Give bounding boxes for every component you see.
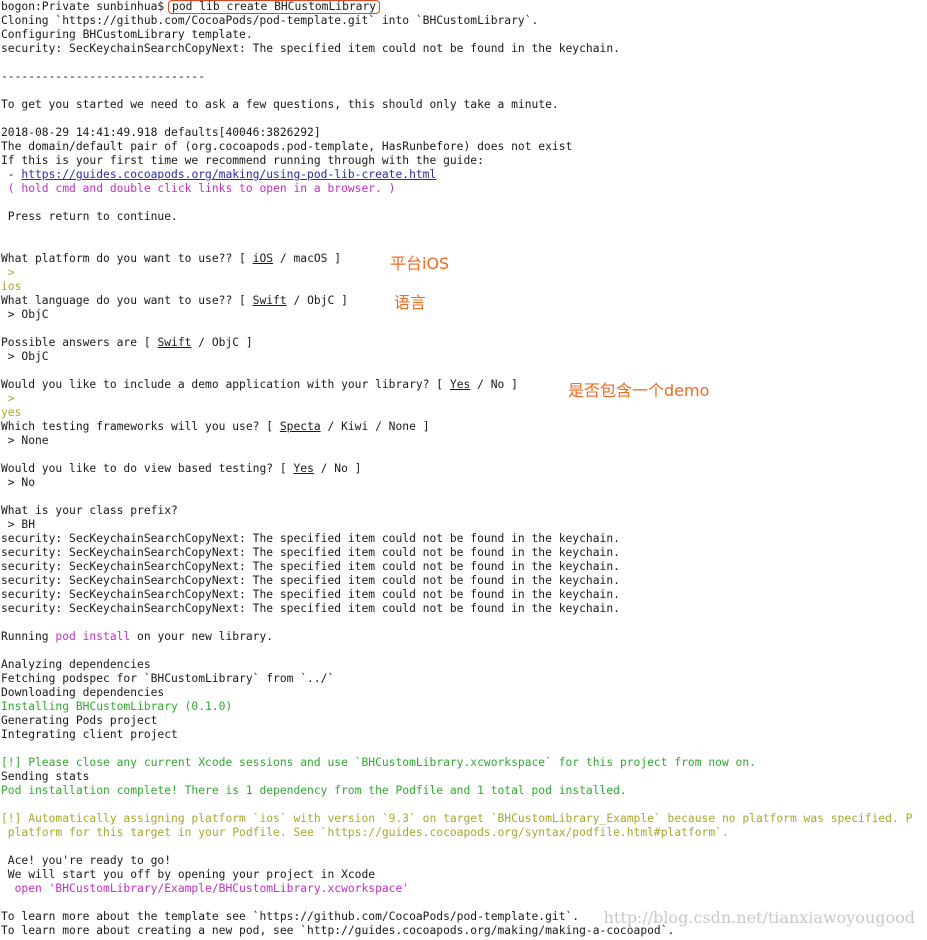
language-question: What language do you want to use?? [ Swi…	[1, 294, 926, 308]
start-off-line: We will start you off by opening your pr…	[1, 868, 376, 881]
default-option: iOS	[252, 252, 274, 265]
default-option: Swift	[252, 294, 287, 307]
installing-line: Installing BHCustomLibrary (0.1.0)	[1, 700, 233, 713]
question-options: / ObjC ]	[286, 294, 348, 307]
default-option: Yes	[449, 378, 471, 391]
default-option: Specta	[279, 420, 321, 433]
highlighted-command: pod lib create BHCustomLibrary	[168, 0, 381, 14]
question-text: Possible answers are [	[1, 336, 158, 349]
answer-prompt: >	[1, 392, 22, 405]
domain-line: The domain/default pair of (org.cocoapod…	[1, 140, 573, 153]
annotation-language: 语言	[394, 293, 427, 312]
demo-question: Would you like to include a demo applica…	[1, 378, 926, 392]
open-command-line: open 'BHCustomLibrary/Example/BHCustomLi…	[1, 882, 410, 895]
platform-warning-line-1: [!] Automatically assigning platform `io…	[1, 812, 913, 825]
annotation-demo: 是否包含一个demo	[568, 381, 710, 400]
testing-answer: > None	[1, 434, 49, 447]
question-text: What language do you want to use?? [	[1, 294, 253, 307]
demo-answer: yes	[1, 406, 22, 419]
prompt-line: bogon:Private sunbinhua$ pod lib create …	[1, 0, 926, 14]
keychain-line: security: SecKeychainSearchCopyNext: The…	[1, 546, 620, 559]
keychain-line: security: SecKeychainSearchCopyNext: The…	[1, 602, 620, 615]
question-options: / No ]	[313, 462, 362, 475]
generating-line: Generating Pods project	[1, 714, 158, 727]
platform-answer: ios	[1, 280, 22, 293]
question-options: / Kiwi / None ]	[320, 420, 430, 433]
language-answer: > ObjC	[1, 308, 49, 321]
fetching-line: Fetching podspec for `BHCustomLibrary` f…	[1, 672, 335, 685]
intro-line: To get you started we need to ask a few …	[1, 98, 559, 111]
keychain-line: security: SecKeychainSearchCopyNext: The…	[1, 588, 620, 601]
configuring-line: Configuring BHCustomLibrary template.	[1, 28, 253, 41]
default-option: Swift	[157, 336, 192, 349]
keychain-line: security: SecKeychainSearchCopyNext: The…	[1, 560, 620, 573]
install-complete-line: Pod installation complete! There is 1 de…	[1, 784, 627, 797]
running-text: Running	[1, 630, 56, 643]
sending-stats-line: Sending stats	[1, 770, 90, 783]
running-text: on your new library.	[130, 630, 274, 643]
guide-line: - https://guides.cocoapods.org/making/us…	[1, 168, 926, 182]
keychain-line: security: SecKeychainSearchCopyNext: The…	[1, 574, 620, 587]
bullet: -	[1, 168, 22, 181]
defaults-log-line: 2018-08-29 14:41:49.918 defaults[40046:3…	[1, 126, 321, 139]
cloning-line: Cloning `https://github.com/CocoaPods/po…	[1, 14, 539, 27]
question-options: / No ]	[470, 378, 518, 391]
language-answer-2: > ObjC	[1, 350, 49, 363]
prefix-answer: > BH	[1, 518, 36, 531]
close-xcode-warning: [!] Please close any current Xcode sessi…	[1, 756, 756, 769]
downloading-line: Downloading dependencies	[1, 686, 165, 699]
annotation-platform: 平台iOS	[390, 254, 450, 273]
default-option: Yes	[293, 462, 314, 475]
platform-question: What platform do you want to use?? [ iOS…	[1, 252, 926, 266]
running-line: Running pod install on your new library.	[1, 630, 926, 644]
question-options: / ObjC ]	[191, 336, 253, 349]
hold-cmd-line: ( hold cmd and double click links to ope…	[1, 182, 396, 195]
question-text: Would you like to include a demo applica…	[1, 378, 450, 391]
pod-install-command: pod install	[55, 630, 131, 643]
prefix-question: What is your class prefix?	[1, 504, 178, 517]
analyzing-line: Analyzing dependencies	[1, 658, 151, 671]
terminal-output[interactable]: bogon:Private sunbinhua$ pod lib create …	[1, 0, 926, 938]
separator-line: ------------------------------	[1, 70, 206, 83]
press-return-line: Press return to continue.	[1, 210, 178, 223]
integrating-line: Integrating client project	[1, 728, 178, 741]
view-testing-question: Would you like to do view based testing?…	[1, 462, 926, 476]
question-text: What platform do you want to use?? [	[1, 252, 253, 265]
guide-link[interactable]: https://guides.cocoapods.org/making/usin…	[21, 168, 436, 181]
testing-question: Which testing frameworks will you use? […	[1, 420, 926, 434]
question-text: Which testing frameworks will you use? [	[1, 420, 280, 433]
keychain-line: security: SecKeychainSearchCopyNext: The…	[1, 42, 620, 55]
watermark: http://blog.csdn.net/tianxiawoyougood	[603, 908, 915, 927]
view-testing-answer: > No	[1, 476, 36, 489]
ace-line: Ace! you're ready to go!	[1, 854, 172, 867]
answer-prompt: >	[1, 266, 22, 279]
shell-prompt: bogon:Private sunbinhua$	[1, 0, 172, 13]
possible-answers-line: Possible answers are [ Swift / ObjC ]	[1, 336, 926, 350]
keychain-line: security: SecKeychainSearchCopyNext: The…	[1, 532, 620, 545]
first-time-line: If this is your first time we recommend …	[1, 154, 484, 167]
question-text: Would you like to do view based testing?…	[1, 462, 294, 475]
question-options: / macOS ]	[273, 252, 342, 265]
platform-warning-line-2: platform for this target in your Podfile…	[1, 826, 729, 839]
